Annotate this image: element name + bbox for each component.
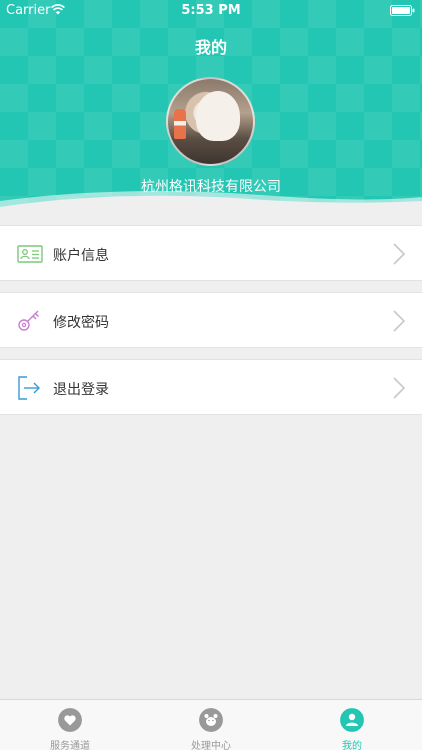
chevron-right-icon [393,243,405,265]
menu-item-label: 退出登录 [53,382,109,398]
logout-icon [18,376,40,400]
heart-icon [58,708,82,732]
tab-label: 处理中心 [191,741,231,750]
battery-icon [390,5,415,16]
id-card-icon [17,245,43,263]
bear-icon [199,708,223,732]
avatar-photo-detail [174,109,186,139]
tab-processing-center[interactable]: 处理中心 [141,700,281,750]
tab-label: 服务通道 [50,741,90,750]
chevron-right-icon [393,310,405,332]
page-title: 我的 [194,38,227,57]
tab-mine[interactable]: 我的 [282,700,422,750]
person-icon [340,708,364,732]
avatar-photo-subject [196,91,240,141]
profile-header: Carrier 5:53 PM 我的 杭州格讯科技有限公司 [0,0,422,215]
tab-service-channel[interactable]: 服务通道 [0,700,140,750]
menu-item-label: 账户信息 [53,248,109,264]
status-time: 5:53 PM [181,3,241,18]
menu-item-label: 修改密码 [53,315,109,331]
menu-item-change-password[interactable]: 修改密码 [0,292,422,348]
menu-item-logout[interactable]: 退出登录 [0,359,422,415]
header-wave [0,191,422,215]
avatar[interactable] [166,77,255,166]
menu-item-account-info[interactable]: 账户信息 [0,225,422,281]
key-icon [18,310,39,331]
chevron-right-icon [393,377,405,399]
tab-label: 我的 [342,741,362,750]
status-bar: Carrier 5:53 PM [0,0,422,22]
tab-bar: 服务通道 处理中心 我的 [0,699,422,750]
